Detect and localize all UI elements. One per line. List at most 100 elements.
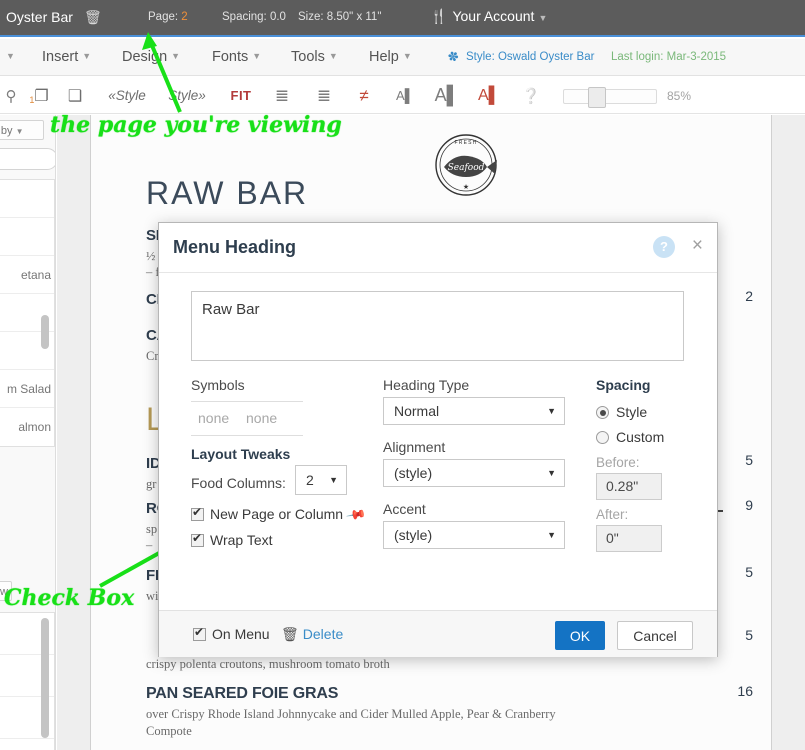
pushpin-icon: 📌 (345, 504, 367, 526)
page-indicator: Page: 2 (148, 11, 188, 23)
menu-heading-dialog: Menu Heading ? × Symbols none none Layou… (158, 222, 718, 657)
menu-item-overflow[interactable]: ▼ (2, 49, 15, 65)
spacing-custom-radio[interactable]: Custom (596, 429, 664, 445)
on-menu-checkbox[interactable]: On Menu (193, 626, 270, 642)
zoom-slider[interactable] (563, 89, 657, 104)
delete-link[interactable]: 🗑Delete (281, 626, 343, 643)
heading-type-dropdown[interactable]: Normal ▼ (383, 397, 565, 425)
chevron-down-icon: ▼ (547, 468, 556, 478)
wrap-text-checkbox[interactable]: Wrap Text (191, 532, 273, 548)
font-size-large-icon[interactable]: A▌ (432, 77, 462, 114)
chevron-down-icon: ▼ (6, 51, 15, 61)
radio-icon (596, 431, 609, 444)
delete-label: Delete (303, 626, 343, 642)
duplicate-page-icon[interactable]: ❑ (60, 77, 90, 114)
line-spacing-icon[interactable]: ≣ (310, 77, 338, 114)
list-item[interactable]: m Salad (0, 370, 54, 408)
menu-item-label: Fonts (212, 49, 248, 65)
help-icon[interactable]: ? (653, 236, 675, 258)
close-icon[interactable]: × (692, 235, 703, 257)
search-icon[interactable]: ⚲ (0, 77, 22, 114)
new-item-button[interactable]: w (0, 581, 12, 601)
symbol-left-button[interactable]: none (198, 410, 229, 426)
menu-item-help[interactable]: Help ▼ (369, 49, 412, 65)
list-item[interactable] (0, 218, 54, 256)
accent-label: Accent (383, 501, 426, 517)
clear-spacing-icon[interactable]: ≠ (350, 77, 378, 114)
spacing-value: 0.0 (270, 11, 286, 23)
spacing-before-input[interactable]: 0.28" (596, 473, 662, 500)
menu-item-label: Insert (42, 49, 78, 65)
spacing-style-radio[interactable]: Style (596, 404, 647, 420)
menu-item-fonts[interactable]: Fonts▼ (212, 49, 261, 65)
menu-item-desc: – (146, 538, 152, 553)
checkbox-icon (193, 628, 206, 641)
chevron-down-icon: ▼ (82, 51, 91, 61)
style-prev-button[interactable]: «Style (100, 77, 154, 114)
list-item[interactable]: etana (0, 256, 54, 294)
account-label: Your Account (452, 8, 534, 24)
document-title[interactable]: Oyster Bar (6, 9, 73, 25)
style-next-button[interactable]: Style» (160, 77, 214, 114)
alignment-dropdown[interactable]: (style) ▼ (383, 459, 565, 487)
menu-item-price: 2 (745, 288, 753, 304)
accent-dropdown[interactable]: (style) ▼ (383, 521, 565, 549)
spacing-after-input[interactable]: 0" (596, 525, 662, 552)
list-spacing-icon[interactable]: ≣ (268, 77, 296, 114)
font-size-reset-icon[interactable]: A▌ (474, 77, 504, 114)
menu-item-tools[interactable]: Tools▼ (291, 49, 338, 65)
secondary-list-scrollbar-thumb[interactable] (41, 618, 49, 738)
heading-text-input[interactable] (191, 291, 684, 361)
zoom-level-label: 85% (667, 89, 691, 103)
chevron-down-icon: ▼ (538, 13, 547, 23)
menu-item-label: Help (369, 49, 399, 65)
seafood-logo: Seafood FRESH ★ (424, 132, 508, 198)
svg-text:Seafood: Seafood (448, 163, 485, 173)
new-page-or-column-checkbox[interactable]: New Page or Column📌 (191, 506, 364, 523)
item-list: etana m Salad almon (0, 179, 55, 447)
heading-type-label: Heading Type (383, 377, 469, 393)
list-item[interactable] (0, 180, 54, 218)
section-heading-raw-bar[interactable]: RAW BAR (146, 175, 308, 212)
fit-button[interactable]: FIT (224, 77, 258, 114)
font-size-small-icon[interactable]: A▌ (390, 77, 420, 114)
size-indicator: Size: 8.50" x 11" (298, 11, 381, 23)
menu-item-title[interactable]: PAN SEARED FOIE GRAS (146, 685, 338, 703)
dialog-footer: On Menu 🗑Delete OK Cancel (159, 610, 717, 657)
chevron-down-icon: ▼ (547, 406, 556, 416)
style-link[interactable]: Style: Oswald Oyster Bar (466, 51, 594, 63)
divider (191, 401, 303, 402)
menu-item-price: 16 (737, 683, 753, 699)
search-input[interactable] (0, 148, 56, 170)
svg-text:★: ★ (463, 183, 469, 191)
list-item[interactable]: almon (0, 408, 54, 446)
trash-icon[interactable]: 🗑 (84, 9, 102, 26)
fork-knife-icon: 🍴 (430, 8, 447, 25)
add-page-icon[interactable]: 1❐ (24, 77, 54, 114)
spacing-indicator: Spacing: 0.0 (222, 11, 286, 23)
checkbox-icon (191, 534, 204, 547)
sort-by-dropdown[interactable]: ort by ▼ (0, 120, 44, 140)
spacing-custom-label: Custom (616, 429, 664, 445)
help-circle-icon[interactable]: ❔ (518, 77, 544, 114)
heading-type-value: Normal (394, 403, 439, 419)
food-columns-dropdown[interactable]: 2 ▼ (295, 465, 347, 495)
cancel-button[interactable]: Cancel (617, 621, 693, 650)
symbol-right-button[interactable]: none (246, 410, 277, 426)
list-item[interactable] (0, 739, 54, 750)
zoom-slider-handle[interactable] (588, 87, 606, 108)
chevron-down-icon: ▼ (329, 51, 338, 61)
feather-icon: ✽ (446, 48, 462, 67)
menu-item-label: Design (122, 49, 167, 65)
menu-item-insert[interactable]: Insert ▼ (42, 49, 91, 65)
account-menu[interactable]: 🍴 Your Account ▼ (430, 8, 547, 25)
alignment-value: (style) (394, 465, 432, 481)
app-root: Oyster Bar 🗑 Page: 2 Spacing: 0.0 Size: … (0, 0, 805, 750)
menu-bar: ▼ Insert▼ Design▼ Fonts▼ Tools▼ Help▼ ✽ … (0, 39, 805, 76)
menu-item-design[interactable]: Design▼ (122, 49, 180, 65)
menu-item-desc: Cr (146, 349, 159, 364)
chevron-down-icon: ▼ (403, 51, 412, 61)
ok-button[interactable]: OK (555, 621, 605, 650)
trash-icon: 🗑 (281, 626, 299, 642)
list-scrollbar-thumb[interactable] (41, 315, 49, 349)
